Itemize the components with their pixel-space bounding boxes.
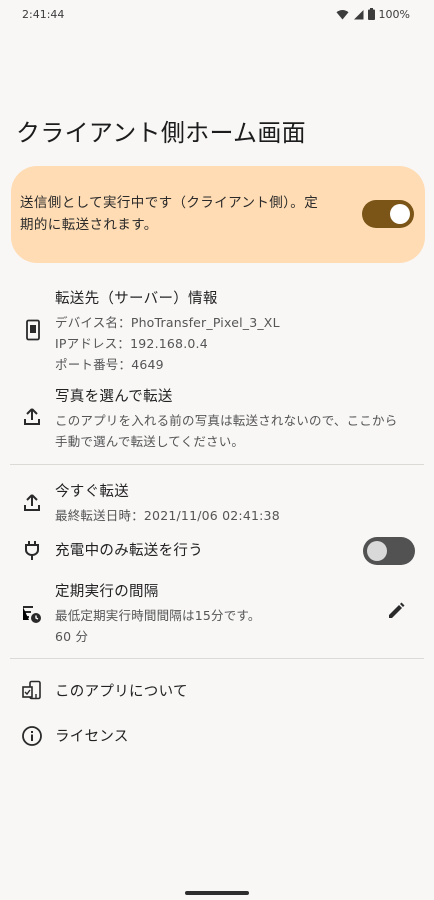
- gesture-nav-handle[interactable]: [185, 891, 249, 895]
- transfer-now-title: 今すぐ転送: [55, 484, 129, 500]
- status-icons: 100%: [336, 8, 410, 21]
- interval-title: 定期実行の間隔: [55, 584, 159, 600]
- switch-thumb: [390, 204, 410, 224]
- battery-icon: [367, 8, 375, 20]
- running-banner[interactable]: 送信側として実行中です（クライアント側）。定期的に転送されます。: [11, 166, 425, 263]
- info-icon: [21, 725, 43, 747]
- page-title: クライアント側ホーム画面: [16, 119, 306, 147]
- schedule-icon: [21, 603, 43, 625]
- select-transfer-title: 写真を選んで転送: [55, 389, 173, 405]
- status-bar: 2:41:44 100%: [0, 0, 434, 28]
- screen: 2:41:44 100% クライアント側ホーム画面 送信側として実行中です（クラ…: [0, 0, 434, 900]
- server-port: ポート番号：4649: [55, 357, 164, 372]
- license-label: ライセンス: [55, 729, 129, 745]
- switch-thumb: [367, 541, 387, 561]
- signal-icon: [353, 9, 364, 20]
- pencil-icon[interactable]: [385, 600, 407, 622]
- interval-note: 最低定期実行時間間隔は15分です。: [55, 608, 261, 623]
- charging-only-label: 充電中のみ転送を行う: [55, 543, 203, 559]
- power-plug-icon: [21, 539, 43, 561]
- server-device-name: デバイス名：PhoTransfer_Pixel_3_XL: [55, 315, 280, 330]
- about-label: このアプリについて: [55, 684, 188, 700]
- upload-icon: [21, 406, 43, 428]
- status-time: 2:41:44: [22, 7, 65, 21]
- last-transfer-time: 最終転送日時：2021/11/06 02:41:38: [55, 508, 280, 523]
- app-info-icon: [21, 680, 43, 702]
- banner-text: 送信側として実行中です（クライアント側）。定期的に転送されます。: [20, 195, 319, 233]
- server-ip-address: IPアドレス：192.168.0.4: [55, 336, 208, 351]
- select-transfer-description: このアプリを入れる前の写真は転送されないので、ここから手動で選んで転送してくださ…: [55, 413, 398, 449]
- charging-only-switch[interactable]: [363, 537, 415, 565]
- server-info-title: 転送先（サーバー）情報: [55, 291, 218, 307]
- battery-percentage: 100%: [378, 7, 410, 21]
- upload-icon: [21, 492, 43, 514]
- interval-value: 60 分: [55, 629, 89, 644]
- phone-device-icon: [22, 319, 44, 341]
- wifi-icon: [336, 9, 349, 20]
- divider: [10, 658, 424, 659]
- divider: [10, 464, 424, 465]
- client-mode-switch[interactable]: [362, 200, 414, 228]
